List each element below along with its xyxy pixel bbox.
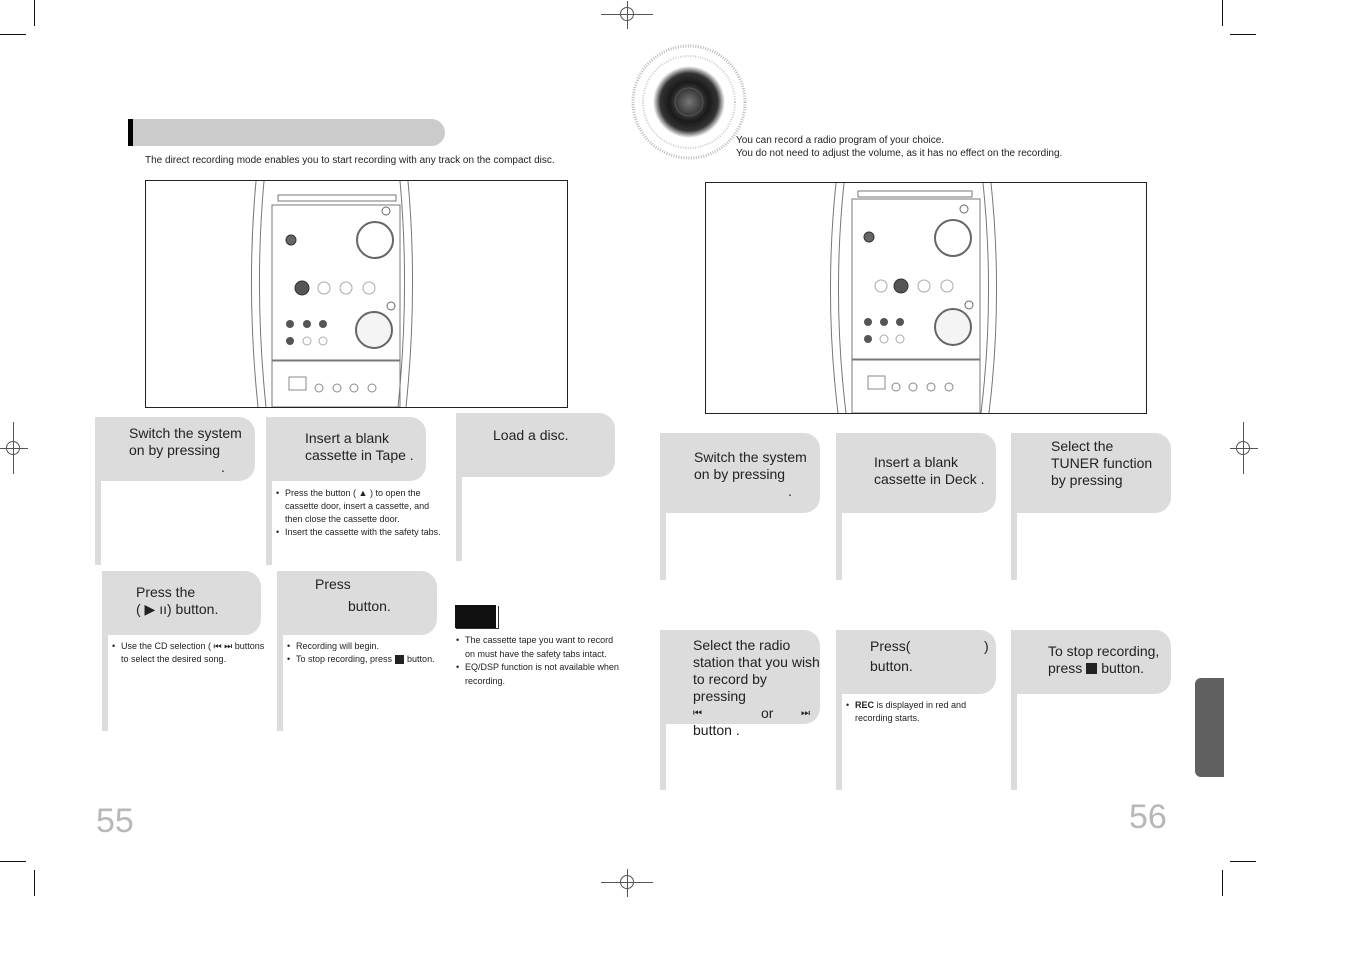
step-heading: Select the radio station that you wish t…	[660, 630, 820, 738]
step-heading: Switch the system on by pressing .	[660, 433, 820, 513]
step-notes: Press the button ( ▲ ) to open the casse…	[276, 487, 442, 539]
crop-mark	[34, 870, 35, 896]
previous-icon: ⏮	[693, 708, 702, 719]
note-badge	[455, 605, 498, 628]
step-heading: Press button.	[277, 571, 437, 635]
step-rail	[277, 635, 283, 731]
step-rail	[266, 481, 272, 565]
step-rail	[456, 477, 462, 561]
step-heading: Switch the system on by pressing .	[95, 417, 255, 481]
step-heading: Insert a blank cassette in Tape .	[266, 417, 426, 481]
crop-mark	[0, 861, 26, 862]
registration-mark-icon	[1230, 422, 1258, 474]
step-heading: Insert a blank cassette in Deck .	[836, 433, 996, 513]
page-number: 56	[1129, 798, 1167, 836]
step-notes: Recording will begin. To stop recording,…	[287, 640, 457, 666]
stop-icon	[1086, 663, 1098, 674]
next-icon: ⏭	[801, 708, 810, 719]
front-panel-cd-icon	[250, 181, 414, 407]
registration-mark-icon	[0, 422, 28, 474]
crop-mark	[0, 34, 26, 35]
step-rail	[836, 513, 842, 580]
crop-mark	[1230, 34, 1256, 35]
registration-mark-icon	[601, 869, 653, 897]
step-heading: Press the ( ▶ ıı) button.	[102, 571, 261, 635]
front-panel-tuner-icon	[829, 183, 998, 413]
note-list: The cassette tape you want to record on …	[456, 634, 621, 688]
front-panel-figure	[145, 180, 568, 408]
step-rail	[1011, 694, 1017, 790]
front-panel-figure	[705, 182, 1147, 414]
section-title-bar	[128, 119, 445, 146]
step-heading: Press( ) button.	[836, 630, 996, 694]
step-heading: To stop recording, press button.	[1011, 630, 1171, 694]
step-heading: Select the TUNER function by pressing	[1011, 433, 1171, 513]
step-rail	[95, 481, 101, 565]
step-rail	[660, 513, 666, 580]
registration-mark-icon	[601, 1, 653, 29]
chapter-tab	[1195, 678, 1224, 777]
step-rail	[660, 724, 666, 790]
page-number: 55	[96, 802, 134, 840]
crop-mark	[1222, 0, 1223, 26]
step-rail	[836, 694, 842, 790]
intro-text: You can record a radio program of your c…	[736, 135, 1063, 159]
crop-mark	[1230, 861, 1256, 862]
speaker-icon	[631, 44, 747, 160]
stop-icon	[395, 655, 405, 665]
crop-mark	[1222, 870, 1223, 896]
step-notes: REC is displayed in red and recording st…	[846, 699, 996, 725]
crop-mark	[34, 0, 35, 26]
step-rail	[102, 635, 108, 731]
step-notes: Use the CD selection ( ⏮ ⏭ buttons to se…	[112, 640, 272, 666]
step-heading: Load a disc.	[456, 413, 615, 477]
step-rail	[1011, 513, 1017, 580]
intro-text: The direct recording mode enables you to…	[145, 155, 555, 166]
